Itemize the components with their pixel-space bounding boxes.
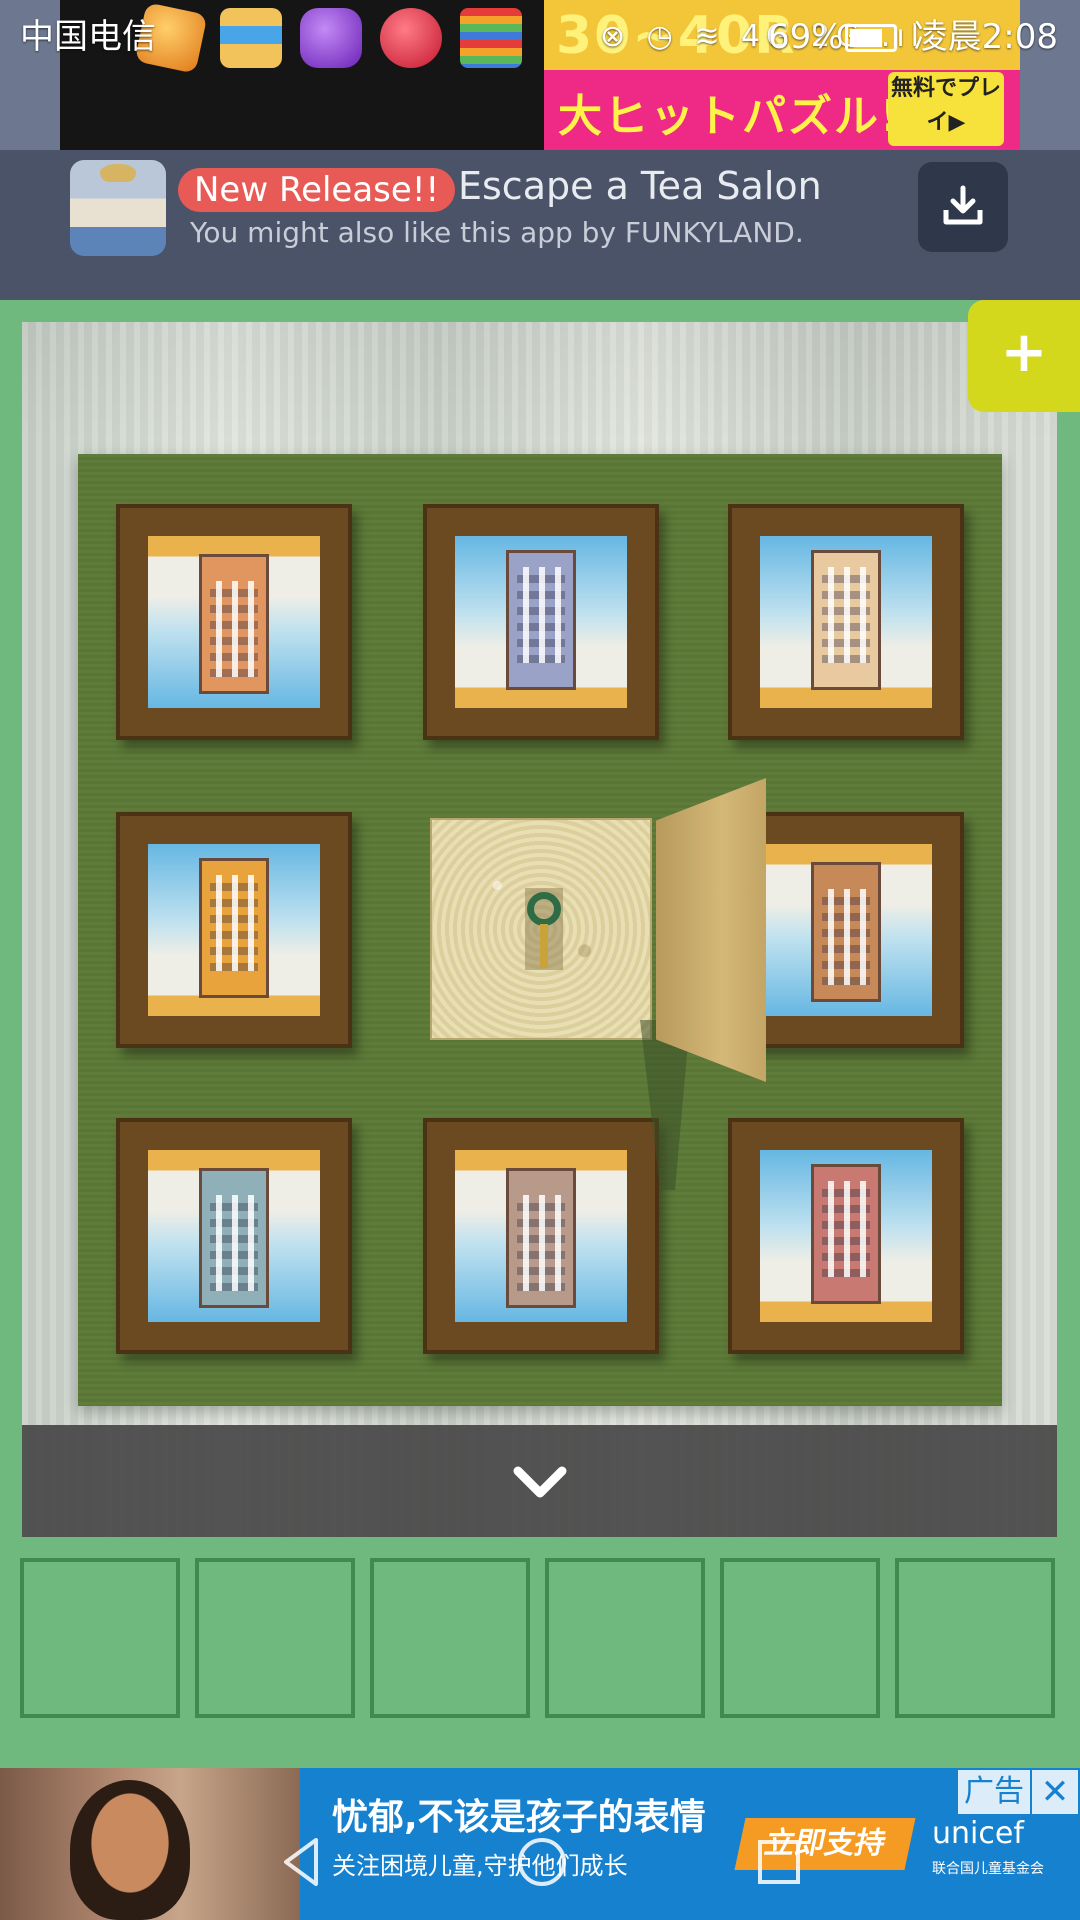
picture-top-middle	[455, 536, 627, 708]
wall-trim	[22, 322, 1057, 442]
picture-middle-right	[760, 844, 932, 1016]
status-bar: 中国电信 ⊗ ◷ ≋ 4G 2G .ıl 69% 凌晨2:08	[0, 0, 1080, 74]
picture-frame-bottom-left[interactable]	[116, 1118, 352, 1354]
battery-icon	[845, 24, 897, 52]
inventory-slot[interactable]	[720, 1558, 880, 1718]
chevron-down-icon[interactable]	[512, 1457, 568, 1505]
picture-middle-left	[148, 844, 320, 1016]
picture-frame-middle-left[interactable]	[116, 812, 352, 1048]
picture-top-right	[760, 536, 932, 708]
inventory-bar	[20, 1558, 1060, 1720]
hidden-compartment[interactable]	[430, 818, 652, 1040]
android-nav	[0, 1820, 1080, 1920]
building-icon	[199, 858, 269, 998]
compartment-door[interactable]	[656, 778, 766, 1082]
collapse-bar[interactable]	[22, 1425, 1057, 1537]
inventory-slot[interactable]	[545, 1558, 705, 1718]
picture-frame-top-middle[interactable]	[423, 504, 659, 740]
promo-subtitle: You might also like this app by FUNKYLAN…	[190, 216, 804, 249]
download-button[interactable]	[918, 162, 1008, 252]
promo-app-thumbnail	[70, 160, 166, 256]
ad-close-button[interactable]: ✕	[1032, 1770, 1078, 1814]
building-icon	[811, 550, 881, 690]
download-icon	[943, 185, 983, 225]
clock: 凌晨2:08	[913, 17, 1058, 57]
ad-label: 广告	[958, 1770, 1030, 1814]
picture-bottom-middle	[455, 1150, 627, 1322]
promo-badge: New Release!!	[178, 168, 456, 212]
key-shaft[interactable]	[540, 924, 548, 968]
building-icon	[506, 1168, 576, 1308]
picture-frame-bottom-middle[interactable]	[423, 1118, 659, 1354]
building-icon	[506, 550, 576, 690]
building-icon	[199, 1168, 269, 1308]
key-icon[interactable]	[527, 892, 561, 926]
picture-bottom-left	[148, 1150, 320, 1322]
building-icon	[811, 1164, 881, 1304]
inventory-slot[interactable]	[370, 1558, 530, 1718]
top-ad-text: 大ヒットパズル!!	[558, 91, 925, 142]
top-ad-cta[interactable]: 無料でプレイ▶	[888, 72, 1004, 146]
carrier-label: 中国电信	[20, 17, 156, 57]
building-icon	[199, 554, 269, 694]
promo-banner[interactable]: New Release!! Escape a Tea Salon You mig…	[0, 150, 1080, 300]
building-icon	[811, 862, 881, 1002]
picture-frame-top-left[interactable]	[116, 504, 352, 740]
picture-top-left	[148, 536, 320, 708]
picture-frame-top-right[interactable]	[728, 504, 964, 740]
add-button[interactable]: +	[968, 300, 1080, 412]
promo-title: Escape a Tea Salon	[458, 164, 822, 208]
recents-icon[interactable]	[754, 1834, 804, 1890]
inventory-slot[interactable]	[195, 1558, 355, 1718]
picture-bottom-right	[760, 1150, 932, 1322]
picture-frame-bottom-right[interactable]	[728, 1118, 964, 1354]
inventory-slot[interactable]	[20, 1558, 180, 1718]
back-icon[interactable]	[276, 1834, 326, 1890]
status-zone: 30~40R 大ヒットパズル!! 無料でプレイ▶ 中国电信 ⊗ ◷ ≋ 4G 2…	[0, 0, 1080, 150]
battery-percent: 69%	[768, 17, 844, 57]
home-icon[interactable]	[514, 1834, 570, 1890]
plus-icon: +	[1000, 320, 1048, 385]
inventory-slot[interactable]	[895, 1558, 1055, 1718]
